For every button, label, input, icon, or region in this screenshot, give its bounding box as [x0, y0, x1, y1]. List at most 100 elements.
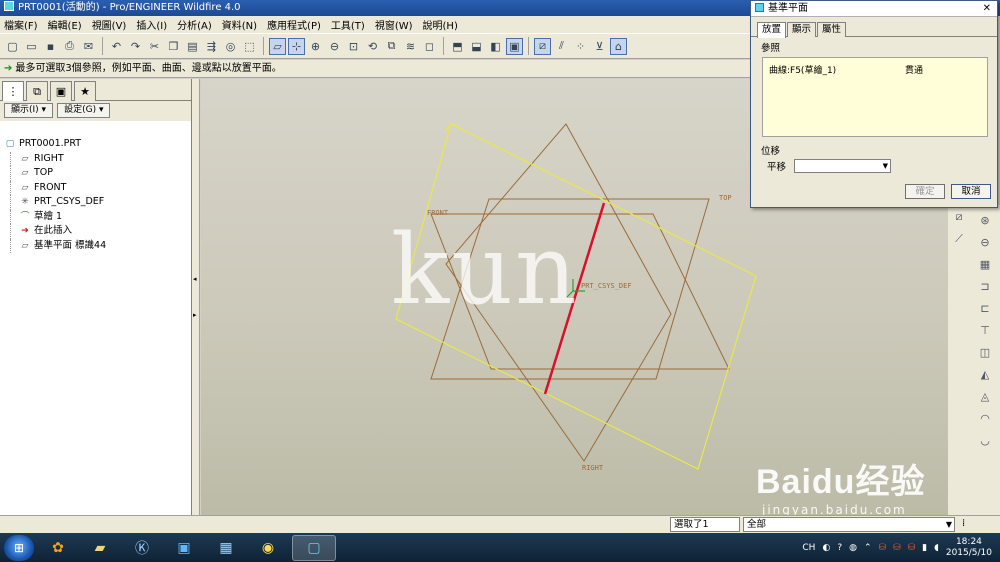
print-icon[interactable]: ⎙ — [61, 38, 78, 55]
undo-icon[interactable]: ↶ — [108, 38, 125, 55]
help-icon[interactable]: ? — [837, 543, 842, 553]
settings-button[interactable]: 設定(G) ▾ — [57, 103, 111, 118]
menu-tools[interactable]: 工具(T) — [331, 17, 365, 32]
hole-tool-icon[interactable]: ⊐ — [977, 279, 993, 295]
collapse-left-icon[interactable]: ◂ — [193, 275, 197, 283]
status-gripper-icon[interactable]: ⁞ — [962, 518, 965, 529]
taskbar-app-1[interactable]: ✿ — [40, 535, 76, 561]
reference-constraint[interactable]: 貫通 — [905, 63, 923, 76]
datum-tool-grid-icon[interactable]: ▦ — [977, 257, 993, 273]
shading-icon[interactable]: ◧ — [487, 38, 504, 55]
email-icon[interactable]: ✉ — [80, 38, 97, 55]
open-icon[interactable]: ▭ — [23, 38, 40, 55]
shading-active-icon[interactable]: ▣ — [506, 37, 523, 55]
reorient-icon[interactable]: ⟲ — [364, 38, 381, 55]
tree-item-part[interactable]: ▢ PRT0001.PRT — [0, 137, 191, 152]
shell-tool-icon[interactable]: ⊏ — [977, 301, 993, 317]
regenerate-icon[interactable]: ⇶ — [203, 38, 220, 55]
datum-csys-tool-icon[interactable]: ⊖ — [977, 235, 993, 251]
datum-plane-display-icon[interactable]: ▱ — [269, 37, 286, 55]
tree-item-sketch[interactable]: ⌒ 草繪 1 — [10, 209, 191, 224]
redo-icon[interactable]: ↷ — [127, 38, 144, 55]
menu-analysis[interactable]: 分析(A) — [177, 17, 212, 32]
menu-window[interactable]: 視窗(W) — [375, 17, 413, 32]
draft-tool-icon[interactable]: ◫ — [977, 345, 993, 361]
point-on-icon[interactable]: ⁘ — [572, 38, 589, 55]
datum-plane-tool-icon[interactable]: ⧄ — [951, 209, 967, 225]
layers-tab[interactable]: ⧉ — [26, 81, 48, 101]
dialog-title-bar[interactable]: 基準平面 ✕ — [751, 1, 997, 17]
start-button[interactable]: ⊞ — [4, 534, 34, 561]
annotation-on-icon[interactable]: ⌂ — [610, 37, 627, 55]
network-icon[interactable]: ▮ — [922, 543, 927, 553]
taskbar-proe[interactable]: ▢ — [292, 534, 336, 561]
refit-icon[interactable]: ⊡ — [345, 38, 362, 55]
menu-view[interactable]: 視圖(V) — [92, 17, 127, 32]
tree-item-right[interactable]: ▱ RIGHT — [10, 151, 191, 166]
tab-display[interactable]: 顯示 — [787, 22, 817, 37]
tray-app-icon-3[interactable]: ⛁ — [908, 543, 916, 553]
taskbar-app-k[interactable]: Ⓚ — [124, 535, 160, 561]
new-icon[interactable]: ▢ — [4, 38, 21, 55]
tree-item-new-datum-plane[interactable]: ▱ 基準平面 標識44 — [10, 238, 191, 253]
hidden-line-icon[interactable]: ⬒ — [449, 38, 466, 55]
mirror-tool-icon[interactable]: ◡ — [977, 433, 993, 449]
cut-icon[interactable]: ✂ — [146, 38, 163, 55]
tree-item-csys[interactable]: ✳ PRT_CSYS_DEF — [10, 195, 191, 210]
plane-on-icon[interactable]: ⧄ — [534, 37, 551, 55]
cancel-button[interactable]: 取消 — [951, 184, 991, 199]
menu-applications[interactable]: 應用程式(P) — [267, 17, 321, 32]
language-indicator[interactable]: CH — [802, 543, 815, 553]
taskbar-qq[interactable]: ◉ — [250, 535, 286, 561]
datum-axis-display-icon[interactable]: ⊹ — [288, 37, 305, 55]
tree-item-insert-here[interactable]: ➔ 在此插入 — [10, 224, 191, 239]
favorites-tab[interactable]: ★ — [74, 81, 96, 101]
reference-row[interactable]: 曲線:F5(草繪_1) 貫通 — [769, 63, 923, 76]
close-icon[interactable]: ✕ — [983, 1, 991, 17]
axis-on-icon[interactable]: ⫽ — [553, 38, 570, 55]
paste-icon[interactable]: ▤ — [184, 38, 201, 55]
find-icon[interactable]: ◎ — [222, 38, 239, 55]
tray-app-icon-2[interactable]: ⛁ — [893, 543, 901, 553]
clock[interactable]: 18:24 2015/5/10 — [946, 537, 992, 559]
menu-insert[interactable]: 插入(I) — [136, 17, 167, 32]
select-box-icon[interactable]: ⬚ — [241, 38, 258, 55]
round-tool-icon[interactable]: ◭ — [977, 367, 993, 383]
no-hidden-icon[interactable]: ⬓ — [468, 38, 485, 55]
datum-axis-tool-icon[interactable]: ⟋ — [951, 231, 967, 247]
tree-item-top[interactable]: ▱ TOP — [10, 166, 191, 181]
csys-on-icon[interactable]: ⊻ — [591, 38, 608, 55]
menu-file[interactable]: 檔案(F) — [4, 17, 38, 32]
translate-field[interactable]: ▼ — [794, 159, 892, 173]
menu-edit[interactable]: 編輯(E) — [48, 17, 82, 32]
rib-tool-icon[interactable]: ⊤ — [977, 323, 993, 339]
show-button[interactable]: 顯示(I) ▾ — [4, 103, 54, 118]
ime-icon[interactable]: ◐ — [822, 543, 830, 553]
saved-views-icon[interactable]: ⧉ — [383, 38, 400, 55]
references-collector[interactable]: 曲線:F5(草繪_1) 貫通 — [762, 57, 988, 137]
tab-properties[interactable]: 屬性 — [817, 22, 847, 37]
chamfer-tool-icon[interactable]: ◬ — [977, 389, 993, 405]
tray-arrow-icon[interactable]: ⌃ — [864, 543, 872, 553]
zoom-out-icon[interactable]: ⊖ — [326, 38, 343, 55]
ok-button[interactable]: 確定 — [905, 184, 945, 199]
tree-item-front[interactable]: ▱ FRONT — [10, 180, 191, 195]
volume-icon[interactable]: ◖ — [934, 543, 939, 553]
folder-tab[interactable]: ▣ — [50, 81, 72, 101]
copy-icon[interactable]: ❐ — [165, 38, 182, 55]
tray-app-icon[interactable]: ⛁ — [879, 543, 887, 553]
save-icon[interactable]: ▪ — [42, 38, 59, 55]
panel-splitter[interactable]: ◂ ▸ — [192, 79, 200, 515]
selection-filter[interactable]: 全部 ▼ — [743, 517, 955, 532]
taskbar-app-m[interactable]: ▣ — [166, 535, 202, 561]
menu-help[interactable]: 說明(H) — [423, 17, 458, 32]
taskbar-app-film[interactable]: ▦ — [208, 535, 244, 561]
wireframe-icon[interactable]: ◻ — [421, 38, 438, 55]
expand-right-icon[interactable]: ▸ — [193, 311, 197, 319]
menu-info[interactable]: 資料(N) — [222, 17, 257, 32]
tray-icon[interactable]: ◍ — [849, 543, 857, 553]
zoom-in-icon[interactable]: ⊕ — [307, 38, 324, 55]
model-tree-tab[interactable]: ⋮ — [2, 81, 24, 101]
taskbar-explorer[interactable]: ▰ — [82, 535, 118, 561]
layers-icon[interactable]: ≋ — [402, 38, 419, 55]
